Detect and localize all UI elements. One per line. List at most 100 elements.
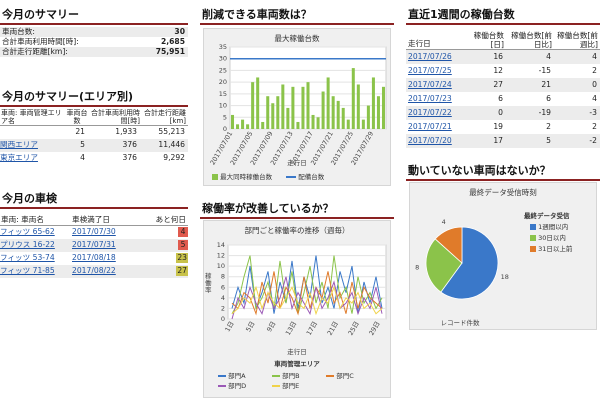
- weekly-day: 16: [493, 51, 503, 61]
- line-legend: 部門A 部門B 部門C 部門D 部門E: [218, 371, 388, 391]
- area-row: 関西エリア 5 376 11,446: [0, 138, 188, 152]
- bar: [256, 77, 260, 129]
- area-km: 11,446: [158, 140, 185, 149]
- pie-value-label: 18: [501, 273, 509, 281]
- area-km: 9,292: [163, 153, 185, 162]
- weekly-row: 2017/07/22 0 -19 -3: [406, 105, 600, 120]
- weekly-date[interactable]: 2017/07/23: [406, 92, 462, 106]
- inspection-date[interactable]: 2017/08/22: [72, 265, 148, 278]
- area-row: 21 1,933 55,213: [0, 126, 188, 139]
- legend-title: 車両管理エリア: [274, 360, 320, 368]
- inspection-col-date: 車検満了日: [72, 215, 110, 224]
- weekly-day: 17: [493, 135, 503, 145]
- inspection-row: フィッツ 71-85 2017/08/22 27: [0, 264, 188, 278]
- pie-legend-label: 1週間以内: [538, 223, 569, 231]
- bar: [231, 114, 235, 129]
- pie-value-label: 8: [415, 264, 419, 272]
- summary-label: 車両台数:: [2, 27, 35, 36]
- y-tick-label: 15: [219, 90, 227, 98]
- area-hours: 376: [122, 140, 138, 149]
- x-axis-label: 走行日: [287, 159, 307, 167]
- legend-label: 部門D: [228, 382, 247, 390]
- pie-value-label: 4: [442, 218, 446, 226]
- weekly-table: 走行日 稼働台数[日] 稼働台数[前日比] 稼働台数[前週比] 2017/07/…: [406, 31, 600, 148]
- activity-title: 稼働率が改善しているか？: [200, 200, 394, 219]
- bar: [366, 105, 370, 129]
- weekly-date[interactable]: 2017/07/21: [406, 120, 462, 134]
- bar: [291, 86, 295, 129]
- inspection-date[interactable]: 2017/07/30: [72, 226, 148, 239]
- bar: [296, 121, 300, 129]
- bar: [281, 84, 285, 129]
- legend-item: 部門D: [218, 381, 270, 391]
- pie-footer: レコード件数: [440, 319, 480, 327]
- inspection-row: フィッツ 53-74 2017/08/18 23: [0, 252, 188, 265]
- summary-table: 車両台数: 30 合計車両利用時間[時]: 2,685 合計走行距離[km]: …: [0, 27, 188, 57]
- weekly-week: 0: [592, 79, 597, 89]
- y-tick-label: 0: [221, 315, 225, 323]
- last-receive-chart: 最終データ受信時刻 18 8 4 最終データ受信 1週間以内 30日以内 31日以上…: [409, 182, 597, 330]
- bar: [251, 82, 255, 129]
- vehicle-name[interactable]: フィッツ 53-74: [0, 252, 72, 265]
- weekly-date[interactable]: 2017/07/24: [406, 78, 462, 92]
- y-tick-label: 25: [219, 66, 227, 74]
- area-col-count: 車両台数: [66, 109, 88, 125]
- activity-panel: 稼働率が改善しているか？: [200, 200, 394, 219]
- weekly-day: 27: [493, 79, 503, 89]
- vehicle-name[interactable]: プリウス 16-22: [0, 239, 72, 252]
- weekly-date[interactable]: 2017/07/22: [406, 106, 462, 120]
- weekly-prev: 21: [541, 79, 551, 89]
- bar: [356, 84, 360, 129]
- vehicle-name[interactable]: フィッツ 71-85: [0, 265, 72, 278]
- bar: [336, 100, 340, 129]
- summary-value: 30: [174, 27, 185, 36]
- weekly-header: 走行日 稼働台数[日] 稼働台数[前日比] 稼働台数[前週比]: [406, 31, 600, 50]
- inspection-col-days: あと何日: [155, 215, 186, 224]
- weekly-day: 6: [498, 93, 503, 103]
- weekly-week: -2: [589, 135, 597, 145]
- area-name[interactable]: [0, 126, 66, 139]
- y-tick-label: 6: [221, 283, 225, 291]
- y-tick-label: 10: [217, 262, 225, 270]
- summary-label: 合計走行距離[km]:: [2, 47, 68, 56]
- area-name[interactable]: 東京エリア: [0, 152, 66, 165]
- x-tick-label: 5日: [244, 320, 256, 333]
- inspection-date[interactable]: 2017/07/31: [72, 239, 148, 252]
- area-name[interactable]: 関西エリア: [0, 139, 66, 152]
- legend-line-label: 配備台数: [298, 173, 325, 181]
- y-tick-label: 14: [217, 241, 225, 249]
- y-tick-label: 20: [219, 78, 227, 86]
- weekly-date[interactable]: 2017/07/26: [406, 50, 462, 64]
- area-col-km: 合計走行距離[km]: [144, 109, 186, 125]
- bar: [261, 121, 265, 129]
- summary-row: 車両台数: 30: [0, 27, 188, 37]
- bar: [316, 117, 320, 129]
- weekly-date[interactable]: 2017/07/20: [406, 134, 462, 148]
- weekly-week: -3: [589, 107, 597, 117]
- area-count: 21: [75, 127, 85, 137]
- y-tick-label: 12: [217, 252, 225, 260]
- summary-value: 75,951: [155, 47, 185, 56]
- legend-item: 部門E: [272, 381, 324, 391]
- weekly-prev: -15: [538, 65, 551, 75]
- legend-item: 部門B: [272, 371, 324, 381]
- inspection-col-name: 車両: 車両名: [1, 215, 44, 224]
- weekly-col-day: 稼働台数[日]: [473, 31, 504, 49]
- pie-legend-item: 30日以内: [524, 233, 594, 244]
- bar: [246, 124, 250, 129]
- x-tick-label: 9日: [265, 320, 277, 333]
- weekly-date[interactable]: 2017/07/25: [406, 64, 462, 78]
- bar: [271, 103, 275, 129]
- y-tick-label: 2: [221, 304, 225, 312]
- weekly-col-week: 稼働台数[前週比]: [557, 31, 598, 49]
- activity-chart: 部門ごと稼働率の推移（週毎） 0 2 4 6 8 10 12 14 1日 5日 9日 13日 17日 21…: [203, 220, 391, 398]
- weekly-row: 2017/07/26 16 4 4: [406, 49, 600, 64]
- vehicle-name[interactable]: フィッツ 65-62: [0, 226, 72, 239]
- reduce-panel: 削減できる車両数は？: [200, 6, 394, 25]
- inspection-date[interactable]: 2017/08/18: [72, 252, 148, 265]
- x-tick-label: 17日: [305, 320, 319, 337]
- bar: [311, 114, 315, 129]
- area-summary-panel: 今月のサマリー(エリア別) 車両: 車両管理エリア名 車両台数 合計車両利用時間…: [0, 88, 188, 165]
- weekly-prev: 2: [546, 121, 551, 131]
- pie-legend: 最終データ受信 1週間以内 30日以内 31日以上前: [524, 211, 594, 255]
